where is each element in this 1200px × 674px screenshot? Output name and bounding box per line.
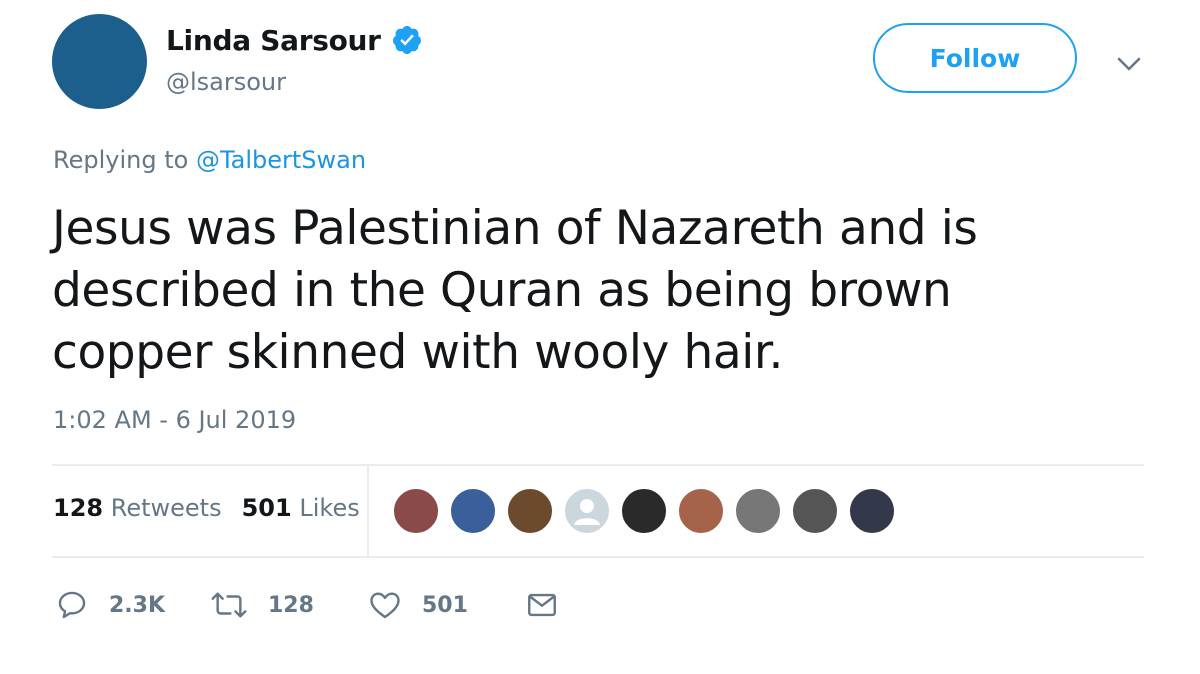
retweet-icon [211, 592, 247, 618]
tweet-text-line: copper skinned with wooly hair. [52, 325, 784, 380]
follow-button[interactable]: Follow [873, 23, 1077, 93]
author-display-name[interactable]: Linda Sarsour [166, 24, 381, 57]
direct-message-button[interactable] [525, 585, 559, 625]
divider [52, 556, 1144, 558]
tweet-text-line: described in the Quran as being brown [52, 263, 952, 318]
envelope-icon [528, 593, 556, 617]
verified-badge-icon [391, 24, 423, 56]
like-count: 501 [422, 592, 468, 618]
liker-avatar[interactable] [734, 487, 782, 535]
liker-avatar[interactable] [848, 487, 896, 535]
tweet-card: Linda Sarsour @lsarsour Follow Replying … [0, 0, 1200, 674]
retweets-label: Retweets [110, 494, 222, 522]
liker-avatar[interactable] [563, 487, 611, 535]
retweets-count: 128 [53, 494, 104, 522]
default-avatar-icon [574, 499, 600, 525]
tweet-text-line: Jesus was Palestinian of Nazareth and is [52, 201, 978, 256]
tweet-text: Jesus was Palestinian of Nazareth and is… [52, 198, 1152, 384]
author-avatar[interactable] [52, 14, 147, 109]
like-button[interactable]: 501 [368, 585, 468, 625]
liker-avatar[interactable] [392, 487, 440, 535]
author-handle[interactable]: @lsarsour [166, 68, 286, 96]
reply-icon [58, 591, 86, 619]
liker-avatar[interactable] [620, 487, 668, 535]
retweet-count: 128 [268, 592, 314, 618]
heart-icon [370, 592, 400, 619]
reply-button[interactable]: 2.3K [55, 585, 165, 625]
divider [367, 466, 369, 556]
author-name-row: Linda Sarsour [166, 20, 423, 60]
divider [52, 464, 1144, 466]
liker-avatar[interactable] [791, 487, 839, 535]
liker-avatar[interactable] [677, 487, 725, 535]
reply-count: 2.3K [109, 592, 166, 618]
tweet-timestamp[interactable]: 1:02 AM - 6 Jul 2019 [53, 406, 296, 434]
chevron-down-icon[interactable] [1112, 50, 1146, 78]
retweet-button[interactable]: 128 [210, 585, 314, 625]
replying-to-line: Replying to @TalbertSwan [53, 146, 366, 174]
replying-to-label: Replying to [53, 146, 189, 174]
retweets-stat[interactable]: 128 Retweets [53, 494, 222, 522]
liker-avatar[interactable] [506, 487, 554, 535]
engagement-stats: 128 Retweets 501 Likes [53, 494, 360, 522]
likes-label: Likes [299, 494, 360, 522]
reply-mention-link[interactable]: @TalbertSwan [196, 146, 366, 174]
likes-stat[interactable]: 501 Likes [242, 494, 360, 522]
liker-avatar[interactable] [449, 487, 497, 535]
likes-count: 501 [241, 494, 292, 522]
